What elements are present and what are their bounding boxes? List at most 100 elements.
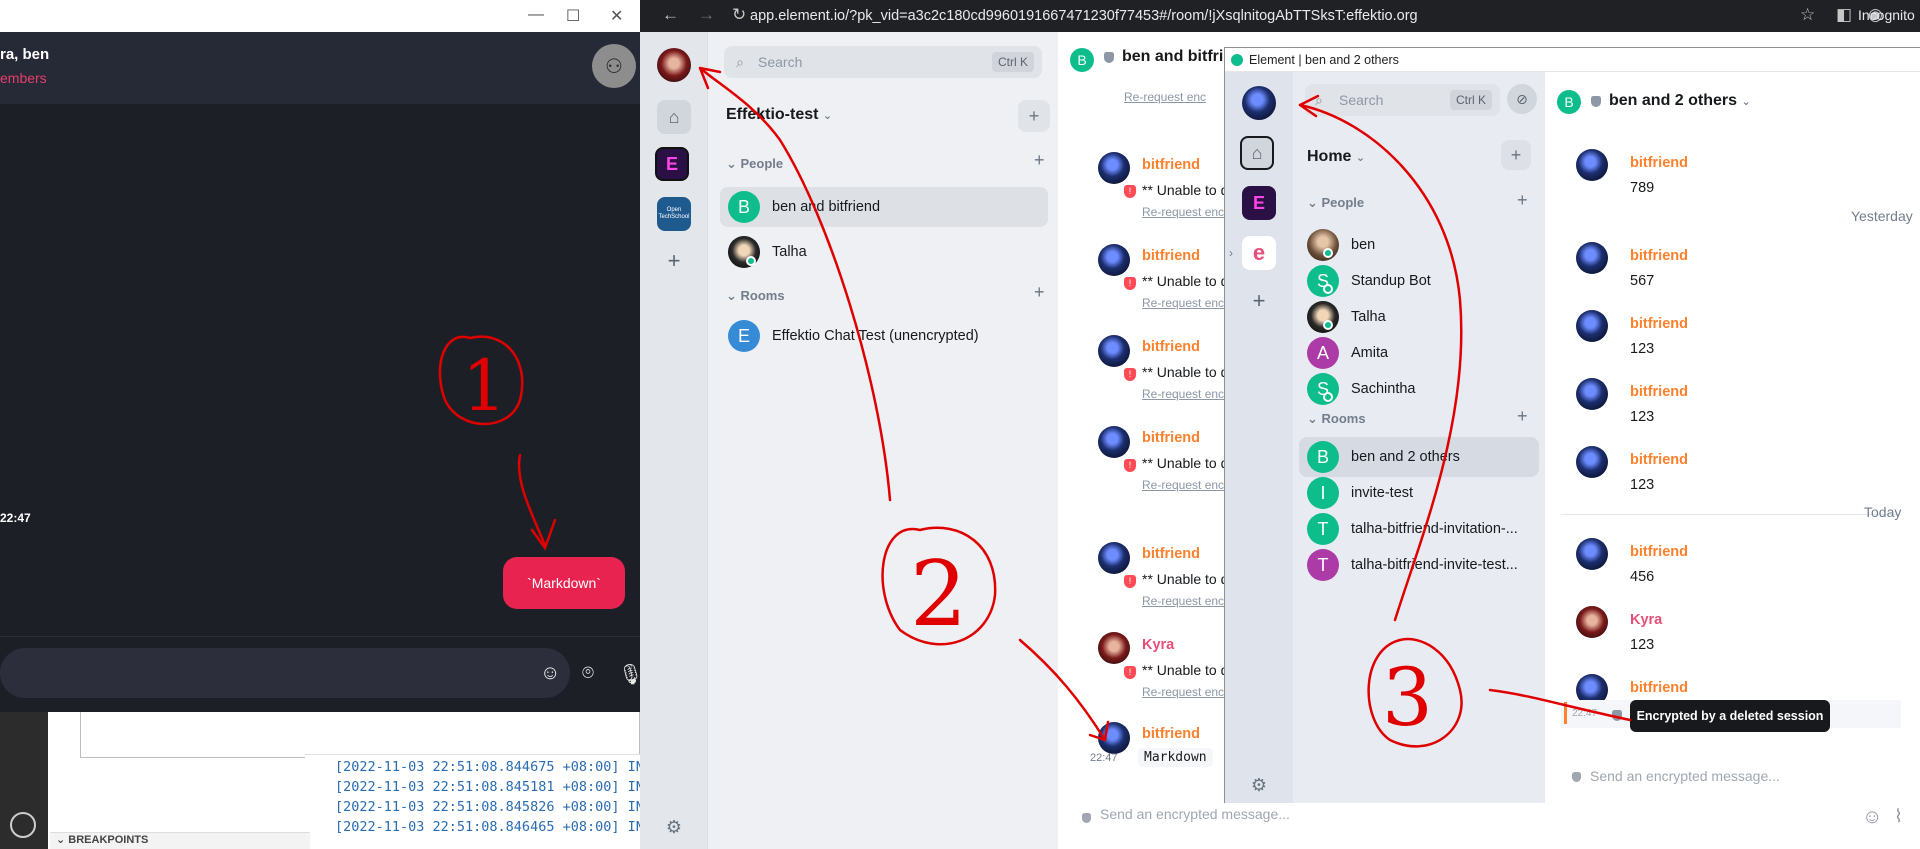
composer-input[interactable]: Send an encrypted message... [1590, 768, 1780, 784]
settings-gear-icon[interactable]: ⚙ [1242, 768, 1276, 802]
sender-name[interactable]: Kyra [1142, 637, 1174, 653]
address-bar[interactable]: app.element.io/?pk_vid=a3c2c180cd9960191… [750, 3, 1770, 29]
bookmark-star-icon[interactable]: ☆ [1800, 5, 1815, 25]
sender-avatar[interactable] [1576, 242, 1608, 274]
search-input[interactable]: ⌕ Search Ctrl K [1305, 84, 1500, 116]
add-people-icon[interactable]: + [1517, 190, 1528, 211]
room-item[interactable]: Talha [720, 232, 1048, 272]
breakpoints-section[interactable]: ⌄ BREAKPOINTS [50, 832, 310, 849]
rerequest-keys-link[interactable]: Re-request enc [1142, 594, 1224, 608]
add-room-button[interactable]: + [1501, 140, 1531, 170]
sender-avatar[interactable] [1576, 149, 1608, 181]
chevron-right-icon[interactable]: › [1229, 246, 1233, 260]
sender-avatar[interactable] [1098, 335, 1130, 367]
message-input[interactable] [0, 648, 570, 698]
group-members-button[interactable]: ⚇ [592, 44, 636, 88]
room-header-title[interactable]: ben and 2 others ⌄ [1609, 92, 1751, 110]
rerequest-keys-link[interactable]: Re-request enc [1124, 90, 1206, 104]
sender-avatar[interactable] [1576, 378, 1608, 410]
maximize-icon[interactable]: ☐ [566, 6, 580, 26]
reload-icon[interactable]: ↻ [732, 5, 746, 25]
sender-avatar[interactable] [1098, 632, 1130, 664]
sender-avatar[interactable] [1576, 606, 1608, 638]
sender-name[interactable]: Kyra [1630, 612, 1662, 628]
room-item[interactable]: B ben and bitfriend [720, 187, 1048, 227]
sender-avatar[interactable] [1576, 446, 1608, 478]
account-icon[interactable] [10, 812, 36, 838]
search-input[interactable]: ⌕ Search Ctrl K [724, 46, 1042, 78]
rerequest-keys-link[interactable]: Re-request enc [1142, 387, 1224, 401]
minimize-icon[interactable]: — [528, 6, 544, 24]
sender-avatar[interactable] [1576, 538, 1608, 570]
rooms-section-header[interactable]: ⌄ Rooms [1307, 411, 1366, 427]
sender-name[interactable]: bitfriend [1630, 544, 1688, 560]
effektio-space-icon[interactable]: E [655, 147, 689, 181]
room-item[interactable]: ben [1299, 225, 1539, 265]
room-header-title[interactable]: ben and bitfri [1122, 48, 1223, 66]
composer-input[interactable]: Send an encrypted message... [1100, 806, 1290, 822]
attachment-icon[interactable]: ⌇ [1894, 806, 1903, 827]
close-icon[interactable]: ✕ [610, 6, 623, 26]
microphone-icon[interactable]: 🎙 [618, 662, 640, 687]
sender-avatar[interactable] [1098, 542, 1130, 574]
camera-icon[interactable]: ⌾ [582, 662, 594, 685]
effektio-space-icon[interactable]: E [1242, 186, 1276, 220]
sender-name[interactable]: bitfriend [1142, 339, 1200, 355]
message-bubble[interactable]: `Markdown` [503, 557, 625, 609]
add-room-icon[interactable]: + [1034, 282, 1045, 303]
room-item[interactable]: I invite-test [1299, 473, 1539, 513]
room-item[interactable]: A Amita [1299, 333, 1539, 373]
side-panel-icon[interactable]: ◧ [1836, 5, 1852, 25]
add-space-icon[interactable]: + [1242, 284, 1276, 318]
sender-avatar[interactable] [1098, 244, 1130, 276]
rerequest-keys-link[interactable]: Re-request enc [1142, 685, 1224, 699]
sender-name[interactable]: bitfriend [1630, 248, 1688, 264]
sender-name[interactable]: bitfriend [1142, 430, 1200, 446]
settings-gear-icon[interactable]: ⚙ [657, 810, 691, 844]
deleted-session-shield-icon[interactable] [1612, 710, 1622, 721]
room-item[interactable]: B ben and 2 others [1299, 437, 1539, 477]
sender-name[interactable]: bitfriend [1630, 155, 1688, 171]
room-item[interactable]: S Sachintha [1299, 369, 1539, 409]
room-item[interactable]: T talha-bitfriend-invite-test... [1299, 545, 1539, 585]
room-item[interactable]: E Effektio Chat Test (unencrypted) [720, 316, 1048, 356]
element-space-icon[interactable]: e [1242, 236, 1276, 270]
explore-rooms-icon[interactable]: ⊘ [1507, 84, 1537, 114]
home-title[interactable]: Home ⌄ [1307, 148, 1365, 166]
back-icon[interactable]: ← [662, 5, 679, 25]
sender-name[interactable]: bitfriend [1630, 384, 1688, 400]
home-icon[interactable]: ⌂ [657, 100, 691, 134]
incognito-label[interactable]: Incognito [1858, 7, 1915, 23]
room-item[interactable]: Talha [1299, 297, 1539, 337]
rerequest-keys-link[interactable]: Re-request enc [1142, 478, 1224, 492]
rerequest-keys-link[interactable]: Re-request enc [1142, 205, 1224, 219]
sender-name[interactable]: bitfriend [1142, 546, 1200, 562]
emoji-icon[interactable]: ☺ [540, 662, 560, 685]
space-name[interactable]: Effektio-test ⌄ [726, 106, 832, 124]
home-icon[interactable]: ⌂ [1240, 136, 1274, 170]
sender-name[interactable]: bitfriend [1142, 248, 1200, 264]
sender-name[interactable]: bitfriend [1630, 680, 1688, 696]
add-space-icon[interactable]: + [657, 244, 691, 278]
sender-avatar[interactable] [1098, 722, 1130, 754]
user-avatar[interactable] [657, 48, 691, 82]
sender-avatar[interactable] [1098, 426, 1130, 458]
room-item[interactable]: S Standup Bot [1299, 261, 1539, 301]
people-section-header[interactable]: ⌄ People [1307, 195, 1364, 211]
add-room-button[interactable]: + [1018, 100, 1050, 132]
rerequest-keys-link[interactable]: Re-request enc [1142, 296, 1224, 310]
add-people-icon[interactable]: + [1034, 150, 1045, 171]
forward-icon[interactable]: → [698, 5, 715, 25]
rooms-section-header[interactable]: ⌄ Rooms [726, 288, 785, 304]
user-avatar[interactable] [1242, 86, 1276, 120]
sender-name[interactable]: bitfriend [1142, 726, 1200, 742]
people-section-header[interactable]: ⌄ People [726, 156, 783, 172]
members-count[interactable]: embers [0, 70, 47, 86]
room-item[interactable]: T talha-bitfriend-invitation-... [1299, 509, 1539, 549]
opentech-space-icon[interactable]: Open TechSchool [657, 197, 691, 231]
sender-avatar[interactable] [1098, 152, 1130, 184]
emoji-icon[interactable]: ☺ [1862, 806, 1882, 829]
sender-name[interactable]: bitfriend [1630, 316, 1688, 332]
add-room-icon[interactable]: + [1517, 406, 1528, 427]
sender-name[interactable]: bitfriend [1142, 157, 1200, 173]
